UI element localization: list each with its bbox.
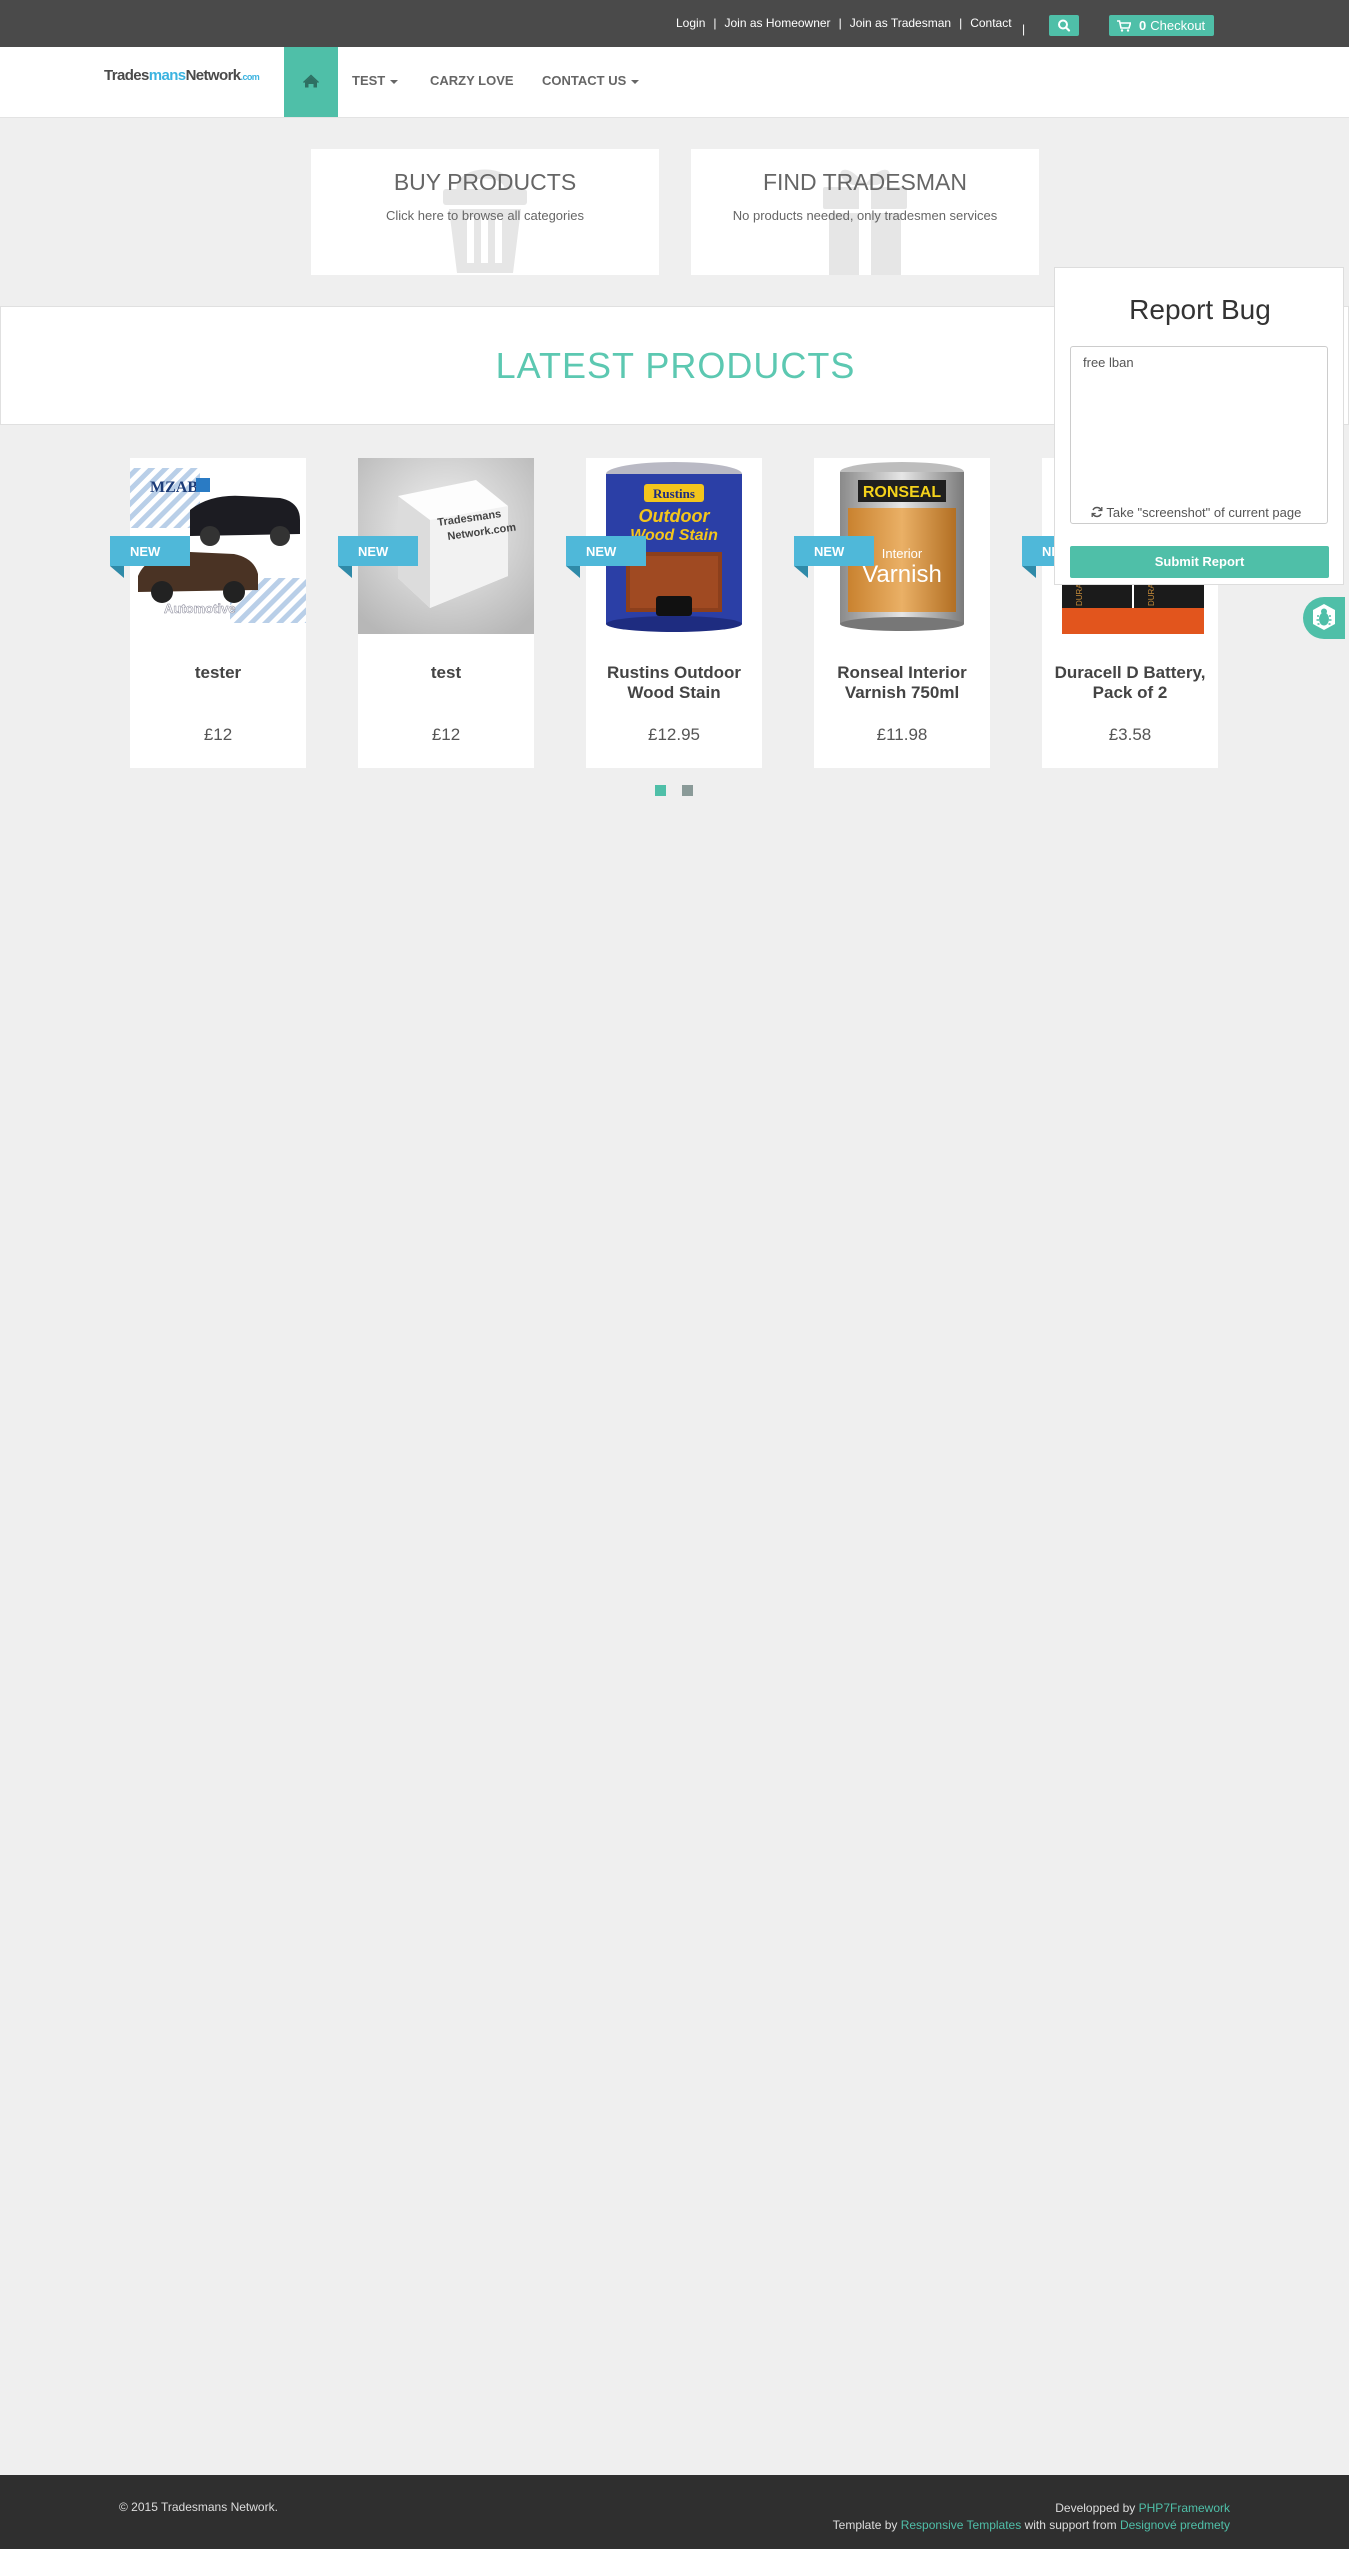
search-button[interactable]	[1049, 15, 1079, 36]
feature-subtitle: Click here to browse all categories	[386, 208, 584, 223]
product-name[interactable]: Duracell D Battery, Pack of 2	[1052, 663, 1208, 703]
separator: |	[959, 16, 963, 30]
new-badge: NEW	[566, 536, 646, 566]
find-tradesman-box[interactable]: FIND TRADESMAN No products needed, only …	[691, 149, 1039, 275]
ribbon-fold	[338, 566, 352, 578]
svg-text:RONSEAL: RONSEAL	[863, 484, 941, 501]
screenshot-label: Take "screenshot" of current page	[1106, 505, 1302, 520]
ribbon-fold	[110, 566, 124, 578]
product-price: £12	[431, 725, 461, 744]
main-navbar: TradesmansNetwork.com TEST CARZY LOVE CO…	[0, 47, 1349, 118]
take-screenshot-option[interactable]: Take "screenshot" of current page	[1091, 505, 1301, 520]
ribbon-fold	[566, 566, 580, 578]
php7framework-link[interactable]: PHP7Framework	[1139, 2501, 1230, 2515]
footer: © 2015 Tradesmans Network. Developped by…	[0, 2475, 1349, 2549]
copyright: © 2015 Tradesmans Network.	[119, 2500, 278, 2514]
product-price: £12	[203, 725, 233, 744]
product-price: £3.58	[1108, 725, 1152, 744]
responsive-templates-link[interactable]: Responsive Templates	[901, 2518, 1022, 2532]
product-price: £11.98	[876, 725, 928, 744]
new-badge: NEW	[794, 536, 874, 566]
ribbon-fold	[794, 566, 808, 578]
footer-credits: Developped by PHP7Framework Template by …	[832, 2501, 1230, 2532]
join-homeowner-link[interactable]: Join as Homeowner	[725, 16, 831, 30]
report-bug-panel: Report Bug free lban Take "screenshot" o…	[1054, 267, 1344, 585]
product-name[interactable]: Rustins Outdoor Wood Stain	[596, 663, 752, 703]
svg-text:Rustins: Rustins	[653, 486, 695, 501]
report-bug-toggle[interactable]	[1303, 597, 1345, 639]
new-badge: NEW	[338, 536, 418, 566]
feature-title: BUY PRODUCTS	[393, 169, 577, 195]
caret-down-icon	[390, 79, 399, 84]
top-bar: Login | Join as Homeowner | Join as Tradesma…	[0, 0, 1349, 47]
submit-report-button[interactable]: Submit Report	[1070, 546, 1329, 578]
nav-home[interactable]	[284, 47, 338, 117]
svg-text:Outdoor: Outdoor	[639, 506, 711, 526]
cart-count: 0	[1139, 18, 1147, 33]
separator: |	[838, 16, 842, 30]
product-name[interactable]: Ronseal Interior Varnish 750ml	[824, 663, 980, 703]
feature-subtitle: No products needed, only tradesmen servi…	[732, 208, 998, 223]
top-links: Login | Join as Homeowner | Join as Tradesma…	[676, 16, 1012, 32]
designove-predmety-link[interactable]: Designové predmety	[1120, 2518, 1230, 2532]
join-tradesman-link[interactable]: Join as Tradesman	[850, 16, 951, 30]
nav-test[interactable]: TEST	[352, 73, 399, 88]
feature-title: FIND TRADESMAN	[762, 169, 968, 195]
contact-link[interactable]: Contact	[970, 16, 1011, 30]
search-icon	[1058, 19, 1071, 32]
refresh-icon	[1091, 506, 1103, 518]
product-card[interactable]: Rustins Outdoor Wood Stain Rustins Outdo…	[586, 458, 762, 768]
bug-icon	[1313, 604, 1335, 630]
site-logo[interactable]: TradesmansNetwork.com	[104, 67, 260, 84]
carousel-dot-1[interactable]	[655, 785, 666, 796]
checkout-label: Checkout	[1150, 18, 1206, 33]
checkout-button[interactable]: 0 Checkout	[1109, 15, 1214, 36]
new-badge: NEW	[110, 536, 190, 566]
carousel-dot-2[interactable]	[682, 785, 693, 796]
product-card[interactable]: RONSEAL Interior Varnish Ronseal Interio…	[814, 458, 990, 768]
bug-description-textarea[interactable]: free lban	[1070, 346, 1328, 524]
product-name[interactable]: tester	[140, 663, 296, 683]
product-card[interactable]: MZABI Automotive tester £12	[130, 458, 306, 768]
product-card[interactable]: Tradesmans Network.com test £12	[358, 458, 534, 768]
cart-icon	[1117, 20, 1131, 32]
svg-text:Interior: Interior	[882, 546, 923, 561]
separator: |	[1022, 22, 1026, 36]
svg-text:Automotive: Automotive	[164, 601, 236, 616]
product-name[interactable]: test	[368, 663, 524, 683]
separator: |	[713, 16, 717, 30]
buy-products-box[interactable]: BUY PRODUCTS Click here to browse all ca…	[311, 149, 659, 275]
nav-carzy-love[interactable]: CARZY LOVE	[430, 73, 514, 88]
report-bug-title: Report Bug	[1129, 294, 1271, 325]
product-price: £12.95	[648, 725, 700, 744]
login-link[interactable]: Login	[676, 16, 705, 30]
home-icon	[302, 74, 320, 88]
caret-down-icon	[631, 79, 640, 84]
nav-contact-us[interactable]: CONTACT US	[542, 73, 640, 88]
ribbon-fold	[1022, 566, 1036, 578]
svg-text:Varnish: Varnish	[862, 561, 942, 588]
